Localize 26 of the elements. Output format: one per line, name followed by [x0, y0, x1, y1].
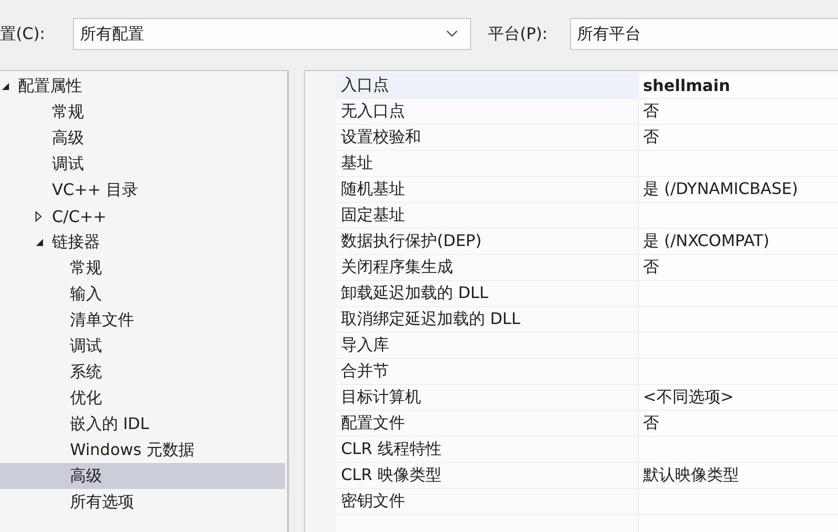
configuration-dropdown[interactable]: 所有配置: [73, 18, 471, 50]
tree-item[interactable]: 调试: [0, 151, 287, 177]
platform-label: 平台(P):: [488, 24, 549, 44]
configuration-label: 置(C):: [0, 24, 46, 44]
expanded-arrow-icon[interactable]: [1, 82, 10, 90]
platform-dropdown[interactable]: 所有平台: [570, 18, 838, 50]
tree-item[interactable]: 所有选项: [0, 489, 287, 515]
tree-item[interactable]: 输入: [0, 281, 287, 307]
tree-item[interactable]: VC++ 目录: [0, 177, 287, 203]
chevron-down-icon: [446, 30, 458, 38]
tree-item[interactable]: 链接器: [0, 229, 287, 255]
tree-item[interactable]: 嵌入的 IDL: [0, 411, 287, 437]
tree-item[interactable]: 系统: [0, 359, 287, 385]
tree-item[interactable]: 调试: [0, 333, 287, 359]
tree-item[interactable]: 配置属性: [0, 73, 287, 99]
tree-item[interactable]: 高级: [0, 463, 285, 489]
tree-item[interactable]: 常规: [0, 255, 287, 281]
tree-item[interactable]: 常规: [0, 99, 287, 125]
tree-item[interactable]: C/C++: [0, 203, 287, 229]
collapsed-arrow-icon[interactable]: [35, 210, 42, 222]
tree-item[interactable]: 清单文件: [0, 307, 287, 333]
expanded-arrow-icon[interactable]: [35, 238, 44, 246]
tree-item[interactable]: 高级: [0, 125, 287, 151]
tree-item[interactable]: 优化: [0, 385, 287, 411]
property-name[interactable]: 入口点: [336, 73, 639, 98]
tree-item[interactable]: Windows 元数据: [0, 437, 287, 463]
